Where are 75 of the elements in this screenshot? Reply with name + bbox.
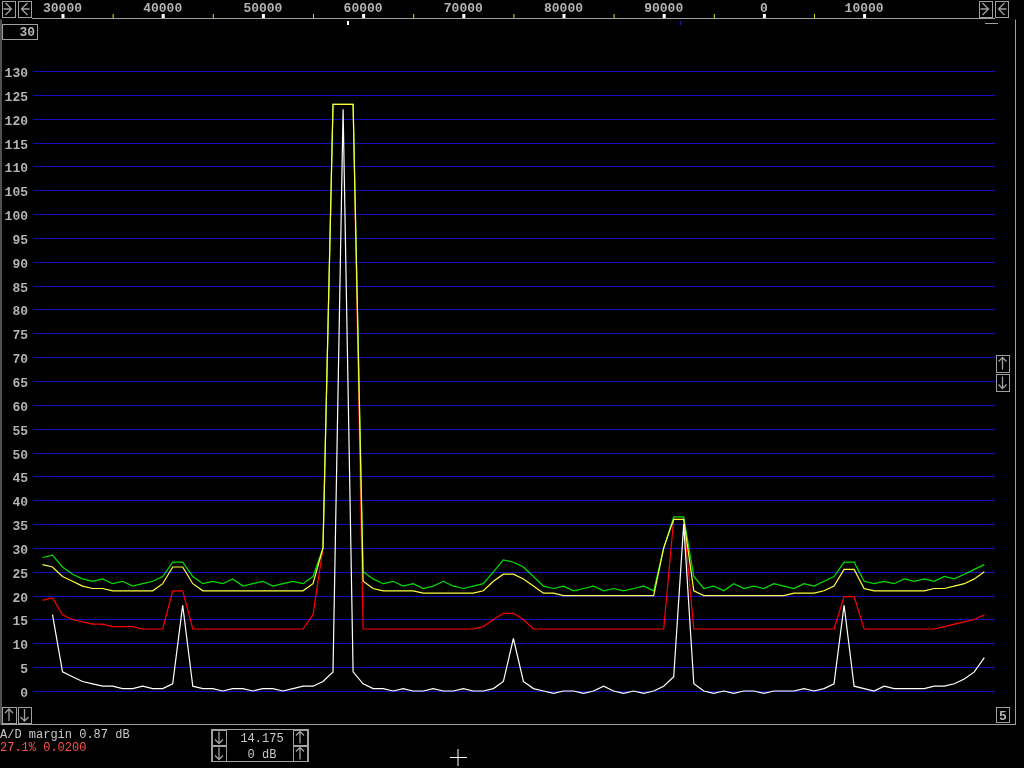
shift-down-button[interactable]	[18, 707, 32, 724]
frequency-value: 14.175	[240, 732, 284, 746]
scale-end-mark	[984, 23, 999, 24]
scale-tick	[313, 14, 314, 18]
scale-tick	[613, 14, 615, 18]
y-axis-label: 20	[12, 590, 28, 606]
frequency-label: 60000	[343, 1, 383, 16]
y-axis-label: 100	[4, 208, 28, 224]
scale-tick	[462, 14, 466, 18]
y-axis-label: 45	[12, 470, 28, 486]
scale-tick	[413, 14, 415, 18]
ad-margin-text: A/D margin 0.87 dB	[0, 728, 130, 742]
y-axis-label: 5	[20, 661, 28, 677]
scale-tick	[662, 14, 666, 18]
y-axis-label: 40	[12, 494, 28, 510]
frequency-label: 30000	[43, 1, 82, 16]
frequency-label: 0	[760, 1, 768, 16]
scale-tick	[814, 14, 815, 18]
scale-tick	[762, 14, 766, 18]
frequency-label: 80000	[544, 1, 583, 16]
y-axis-label: 95	[12, 232, 28, 248]
scale-tick	[261, 14, 265, 18]
scale-tick	[61, 14, 65, 18]
scale-tick	[863, 14, 867, 18]
y-axis-label: 120	[4, 113, 28, 129]
gain-value: 0 dB	[247, 748, 277, 762]
y-axis-label: 90	[12, 256, 28, 272]
marker-tick	[680, 21, 681, 25]
y-axis-label: 35	[12, 518, 28, 534]
y-axis-label: 110	[4, 160, 28, 176]
scale-tick	[362, 14, 366, 18]
gain-down-button[interactable]	[212, 746, 227, 762]
y-axis-label: 0	[20, 685, 28, 701]
y-axis-label: 65	[12, 375, 28, 391]
scroll-right-button[interactable]	[979, 1, 993, 18]
scale-tick	[161, 14, 165, 18]
scale-down-button[interactable]	[996, 374, 1010, 392]
y-axis-label: 55	[12, 423, 28, 439]
y-axis-label: 25	[12, 566, 28, 582]
scale-tick	[562, 14, 566, 18]
y-axis-label: 70	[12, 351, 28, 367]
scale-up-button[interactable]	[996, 355, 1010, 373]
frequency-label: 70000	[443, 1, 483, 16]
scale-tick	[112, 14, 114, 18]
frequency-label: 40000	[143, 1, 183, 16]
y-axis-label: 80	[12, 303, 28, 319]
gain-up-button[interactable]	[293, 746, 308, 762]
marker-tick	[347, 21, 349, 25]
readout-text: 27.1% 0.0200	[0, 741, 87, 755]
y-axis-label: 85	[12, 280, 28, 296]
scale-tick	[513, 14, 515, 18]
frequency-label: 90000	[644, 1, 684, 16]
frequency-label: 10000	[844, 1, 884, 16]
scroll-left-button[interactable]	[18, 1, 32, 18]
scale-tick	[713, 14, 715, 18]
frequency-up-button[interactable]	[293, 730, 308, 746]
y-axis-label: 105	[4, 184, 28, 200]
zoom-box[interactable]: 30	[2, 24, 38, 40]
y-axis-label: 30	[12, 542, 28, 558]
y-axis-label: 15	[12, 613, 28, 629]
scale-tick	[212, 14, 214, 18]
scroll-right-button[interactable]	[2, 1, 16, 18]
y-axis-label: 60	[12, 399, 28, 415]
frequency-down-button[interactable]	[212, 730, 227, 746]
y-axis-label: 125	[4, 89, 28, 105]
averaging-box[interactable]: 5	[996, 707, 1010, 724]
frequency-label: 50000	[243, 1, 283, 16]
crosshair-cursor-icon	[449, 748, 468, 767]
y-axis-label: 50	[12, 447, 28, 463]
scroll-left-button[interactable]	[995, 1, 1009, 18]
shift-up-button[interactable]	[2, 707, 17, 724]
y-axis-label: 10	[12, 637, 28, 653]
y-axis-label: 115	[4, 137, 28, 153]
y-axis-label: 75	[12, 327, 28, 343]
y-axis-label: 130	[4, 65, 28, 81]
